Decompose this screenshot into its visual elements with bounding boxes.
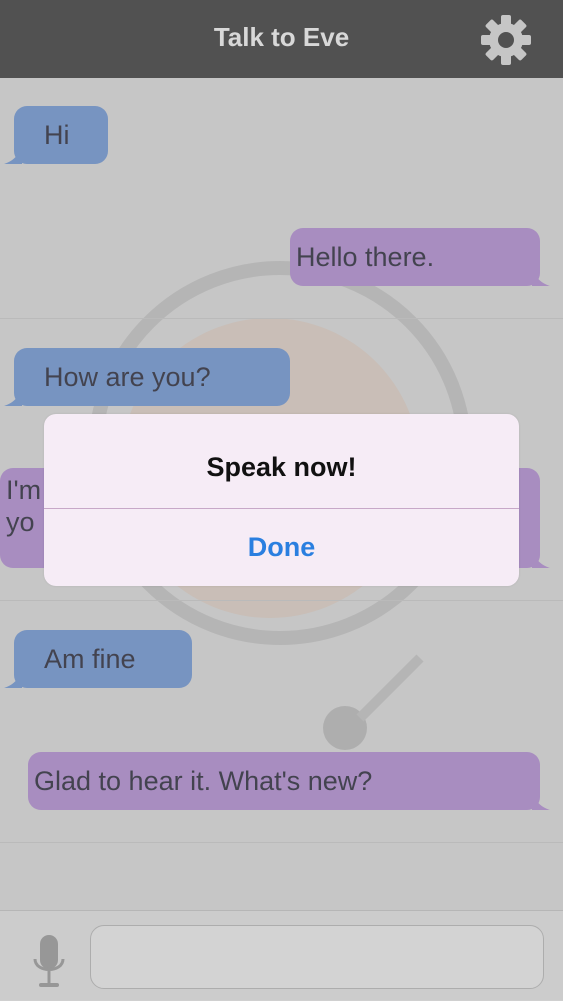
speak-now-alert: Speak now! Done <box>44 414 519 586</box>
alert-title: Speak now! <box>206 452 357 482</box>
done-button[interactable]: Done <box>44 509 519 586</box>
